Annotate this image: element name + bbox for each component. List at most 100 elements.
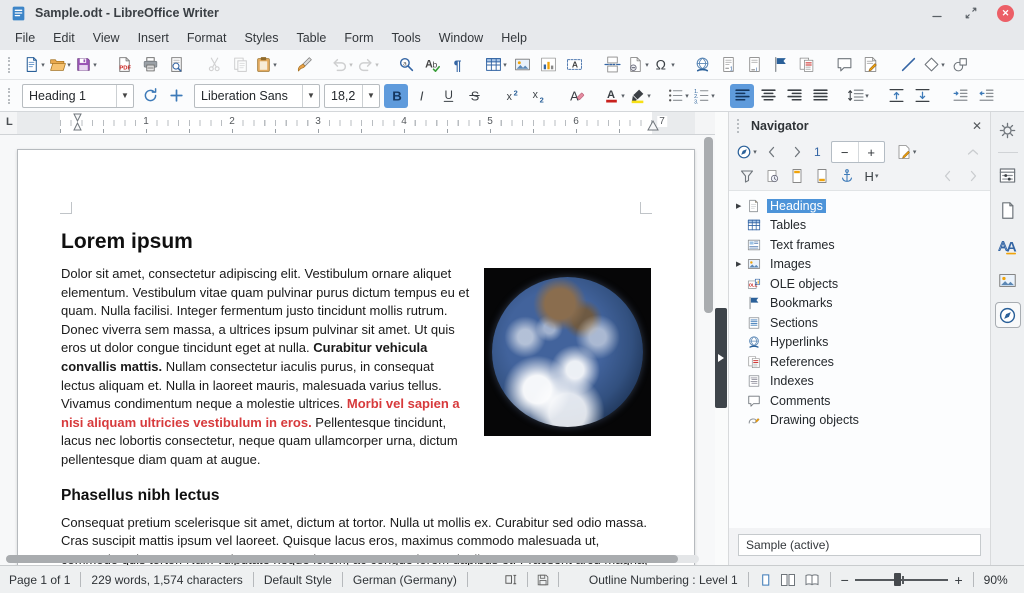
cross-reference-button[interactable] [794, 53, 818, 77]
navigator-item-comments[interactable]: Comments [729, 391, 990, 411]
close-button[interactable]: ✕ [997, 5, 1014, 22]
bookmark-button[interactable] [768, 53, 792, 77]
outline-level-button[interactable]: H▾ [860, 165, 883, 187]
next-button[interactable] [785, 141, 808, 163]
clone-formatting-button[interactable] [292, 53, 316, 77]
navigator-item-bookmarks[interactable]: Bookmarks [729, 294, 990, 314]
navigator-item-images[interactable]: ▶Images [729, 255, 990, 275]
menu-tools[interactable]: Tools [383, 28, 430, 48]
hyperlink-button[interactable] [690, 53, 714, 77]
sidebar-tab-styles[interactable]: AA [995, 232, 1021, 258]
chevron-down-icon[interactable]: ▾ [865, 92, 869, 100]
panel-grip[interactable] [737, 119, 743, 133]
bullet-list-button[interactable]: ▾ [666, 84, 690, 108]
page-break-button[interactable] [600, 53, 624, 77]
menu-window[interactable]: Window [430, 28, 492, 48]
insert-textbox-button[interactable]: A [562, 53, 586, 77]
spelling-button[interactable]: Ab [420, 53, 444, 77]
basic-shapes-button[interactable]: ▾ [922, 53, 946, 77]
document-paragraph-1[interactable]: Dolor sit amet, consectetur adipiscing e… [61, 265, 651, 470]
indent-marker[interactable] [72, 113, 83, 131]
chevron-down-icon[interactable]: ▾ [93, 61, 97, 69]
page-minus-button[interactable]: − [832, 142, 858, 162]
chevron-down-icon[interactable]: ▼ [362, 85, 379, 107]
update-style-button[interactable] [138, 84, 162, 108]
clear-formatting-button[interactable]: A [564, 84, 588, 108]
font-color-button[interactable]: A▾ [602, 84, 626, 108]
sidebar-hide-button[interactable] [715, 308, 727, 408]
footnote-button[interactable]: 1 [716, 53, 740, 77]
numbered-list-button[interactable]: 1.2.3.▾ [692, 84, 716, 108]
zoom-out-icon[interactable]: − [841, 573, 849, 587]
navigator-item-headings[interactable]: ▶Headings [729, 196, 990, 216]
chevron-down-icon[interactable]: ▾ [375, 61, 379, 69]
highlight-color-button[interactable]: ▾ [628, 84, 652, 108]
menu-format[interactable]: Format [178, 28, 236, 48]
indent-increase-button[interactable] [948, 84, 972, 108]
menu-insert[interactable]: Insert [129, 28, 178, 48]
vertical-scrollbar-thumb[interactable] [704, 137, 713, 313]
track-changes-button[interactable] [858, 53, 882, 77]
sidebar-tab-sidebar-settings[interactable] [995, 117, 1021, 143]
text-language[interactable]: German (Germany) [353, 573, 457, 587]
undo-button[interactable]: ▾ [330, 53, 354, 77]
chevron-down-icon[interactable]: ▼ [302, 85, 319, 107]
cut-button[interactable] [202, 53, 226, 77]
menu-file[interactable]: File [6, 28, 44, 48]
document-page[interactable]: Lorem ipsum Dolor sit amet, consectetur … [17, 149, 695, 565]
navigator-item-ole-objects[interactable]: OLEOLE objects [729, 274, 990, 294]
chevron-down-icon[interactable]: ▾ [621, 92, 625, 100]
chevron-down-icon[interactable]: ▾ [913, 148, 917, 156]
vertical-scrollbar[interactable] [704, 137, 713, 551]
insert-field-button[interactable]: ▾ [626, 53, 650, 77]
new-style-button[interactable] [164, 84, 188, 108]
footer-button[interactable] [810, 165, 833, 187]
insert-image-button[interactable] [510, 53, 534, 77]
bold-button[interactable]: B [384, 84, 408, 108]
promote-level-button[interactable] [961, 141, 984, 163]
chevron-down-icon[interactable]: ▾ [875, 172, 879, 180]
justify-button[interactable] [808, 84, 832, 108]
zoom-slider[interactable]: − + [841, 573, 963, 587]
paste-button[interactable]: ▾ [254, 53, 278, 77]
sidebar-tab-gallery[interactable] [995, 267, 1021, 293]
menu-table[interactable]: Table [287, 28, 335, 48]
navigator-item-drawing-objects[interactable]: Drawing objects [729, 411, 990, 431]
chevron-down-icon[interactable]: ▾ [941, 61, 945, 69]
navigator-item-text-frames[interactable]: Text frames [729, 235, 990, 255]
subscript-button[interactable]: x2 [526, 84, 550, 108]
document-canvas[interactable]: Lorem ipsum Dolor sit amet, consectetur … [0, 135, 715, 565]
underline-button[interactable]: U [436, 84, 460, 108]
sidebar-splitter[interactable] [715, 112, 728, 565]
single-page-view-icon[interactable] [759, 573, 772, 587]
font-size-combo[interactable]: 18,2 ▼ [324, 84, 380, 108]
sidebar-tab-page[interactable] [995, 197, 1021, 223]
print-preview-button[interactable] [164, 53, 188, 77]
zoom-percent[interactable]: 90% [984, 573, 1008, 587]
chevron-down-icon[interactable]: ▾ [273, 61, 277, 69]
export-pdf-button[interactable]: PDF [112, 53, 136, 77]
copy-button[interactable] [228, 53, 252, 77]
menu-form[interactable]: Form [335, 28, 382, 48]
chevron-down-icon[interactable]: ▾ [503, 61, 507, 69]
redo-button[interactable]: ▾ [356, 53, 380, 77]
page-style[interactable]: Default Style [264, 573, 332, 587]
earth-image[interactable] [484, 268, 651, 436]
insert-table-button[interactable]: ▾ [484, 53, 508, 77]
expand-arrow-icon[interactable]: ▶ [736, 202, 747, 210]
strikethrough-button[interactable]: S [462, 84, 486, 108]
italic-button[interactable]: I [410, 84, 434, 108]
para-space-increase-button[interactable] [884, 84, 908, 108]
draw-functions-button[interactable] [948, 53, 972, 77]
find-replace-button[interactable]: a [394, 53, 418, 77]
header-button[interactable] [785, 165, 808, 187]
insert-comment-button[interactable] [832, 53, 856, 77]
menu-help[interactable]: Help [492, 28, 536, 48]
new-document-button[interactable]: ▾ [22, 53, 46, 77]
horizontal-scrollbar[interactable] [6, 555, 699, 563]
navigator-item-tables[interactable]: Tables [729, 216, 990, 236]
chevron-down-icon[interactable]: ▾ [685, 92, 689, 100]
anchor-text-button[interactable] [835, 165, 858, 187]
chevron-down-icon[interactable]: ▾ [647, 92, 651, 100]
sidebar-tab-properties[interactable] [995, 162, 1021, 188]
